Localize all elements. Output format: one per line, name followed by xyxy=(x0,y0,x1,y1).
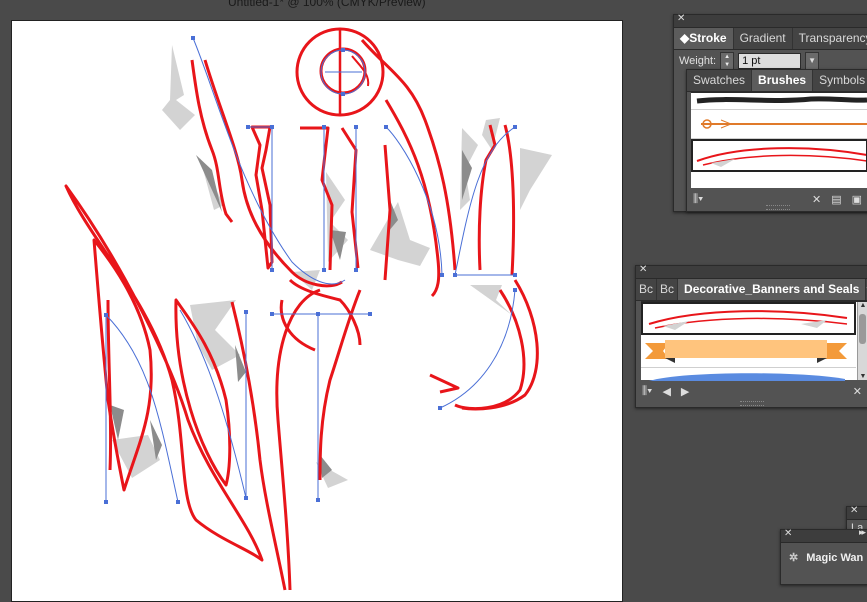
scroll-down-icon[interactable]: ▼ xyxy=(858,373,867,380)
orange-banner-preview xyxy=(645,340,847,363)
brush-list xyxy=(691,92,867,188)
layers-strip[interactable]: ✕ xyxy=(847,505,867,520)
charcoal-brush-preview xyxy=(696,96,867,104)
weight-field[interactable]: 1 pt xyxy=(738,53,802,69)
tab-gradient[interactable]: Gradient xyxy=(734,28,793,49)
tab-library-1[interactable]: Bc xyxy=(636,279,658,300)
magic-wand-label: Magic Wan xyxy=(806,551,864,564)
library-footer: ⫼▾ ◀ ▶ ✕ xyxy=(636,380,867,402)
brush-charcoal[interactable] xyxy=(691,93,867,110)
library-scrollbar[interactable]: ▲ ▼ xyxy=(857,302,867,380)
red-brush-strokes xyxy=(64,27,539,591)
tab-symbols[interactable]: Symbols xyxy=(813,70,867,91)
prev-icon[interactable]: ◀ xyxy=(662,385,670,398)
brushes-tabs: Swatches Brushes Symbols xyxy=(687,70,867,92)
new-brush-icon[interactable]: ▣ xyxy=(852,193,862,206)
weight-stepper[interactable]: ▲ ▼ xyxy=(720,52,735,70)
close-icon[interactable]: ✕ xyxy=(784,528,792,539)
brush-arrow[interactable] xyxy=(691,110,867,139)
library-panel-strip[interactable]: ✕ xyxy=(636,264,867,279)
resize-handle[interactable] xyxy=(740,401,764,406)
close-icon[interactable]: ✕ xyxy=(639,264,647,275)
banner-brush-preview xyxy=(696,147,867,167)
resize-handle[interactable] xyxy=(765,205,790,210)
brushes-panel: Swatches Brushes Symbols ⫼▾ ✕ ▤ ▣ xyxy=(686,69,867,212)
brush-library-icon[interactable]: ⫼▾ xyxy=(693,193,703,206)
red-banner-preview xyxy=(648,310,848,330)
blue-banner-preview xyxy=(649,373,845,381)
brush-library-icon[interactable]: ⫼▾ xyxy=(642,385,652,398)
tab-library-2[interactable]: Bc xyxy=(657,279,679,300)
arrow-brush-preview xyxy=(701,119,867,129)
scroll-up-icon[interactable]: ▲ xyxy=(858,302,867,309)
magic-wand-icon: ✲ xyxy=(789,552,799,564)
library-brush-orange-banner[interactable] xyxy=(641,335,856,368)
tab-transparency[interactable]: Transparency xyxy=(793,28,867,49)
magic-wand-strip[interactable]: ✕ ▸▸ xyxy=(781,527,867,543)
stroke-tabs: ◆Stroke Gradient Transparency xyxy=(674,28,867,50)
library-brush-red-banner[interactable] xyxy=(641,302,856,335)
options-icon[interactable]: ▤ xyxy=(831,193,841,206)
library-brush-list: ▲ ▼ xyxy=(641,301,867,381)
panel-strip[interactable]: ✕ xyxy=(674,13,867,28)
remove-stroke-icon[interactable]: ✕ xyxy=(812,193,821,206)
library-tabs: Bc Bc Decorative_Banners and Seals ▾≡ xyxy=(636,279,867,301)
scroll-thumb[interactable] xyxy=(859,314,866,344)
brush-library-panel: ✕ Bc Bc Decorative_Banners and Seals ▾≡ xyxy=(635,264,867,408)
library-brush-blue-banner[interactable] xyxy=(641,368,856,381)
brush-banner-selected[interactable] xyxy=(691,139,867,172)
chevron-down-icon[interactable]: ▼ xyxy=(805,52,820,70)
tab-decorative-banners[interactable]: Decorative_Banners and Seals xyxy=(678,279,867,300)
tab-swatches[interactable]: Swatches xyxy=(687,70,753,91)
remove-stroke-icon[interactable]: ✕ xyxy=(853,385,862,398)
tab-brushes[interactable]: Brushes xyxy=(752,70,814,91)
magic-wand-panel: ✕ ▸▸ ✲ Magic Wan xyxy=(780,527,867,585)
close-icon[interactable]: ✕ xyxy=(850,505,858,516)
next-icon[interactable]: ▶ xyxy=(681,385,689,398)
close-icon[interactable]: ✕ xyxy=(677,13,685,24)
collapse-icon[interactable]: ▸▸ xyxy=(859,527,866,538)
weight-label: Weight: xyxy=(679,55,717,67)
tab-stroke[interactable]: ◆Stroke xyxy=(674,28,734,49)
